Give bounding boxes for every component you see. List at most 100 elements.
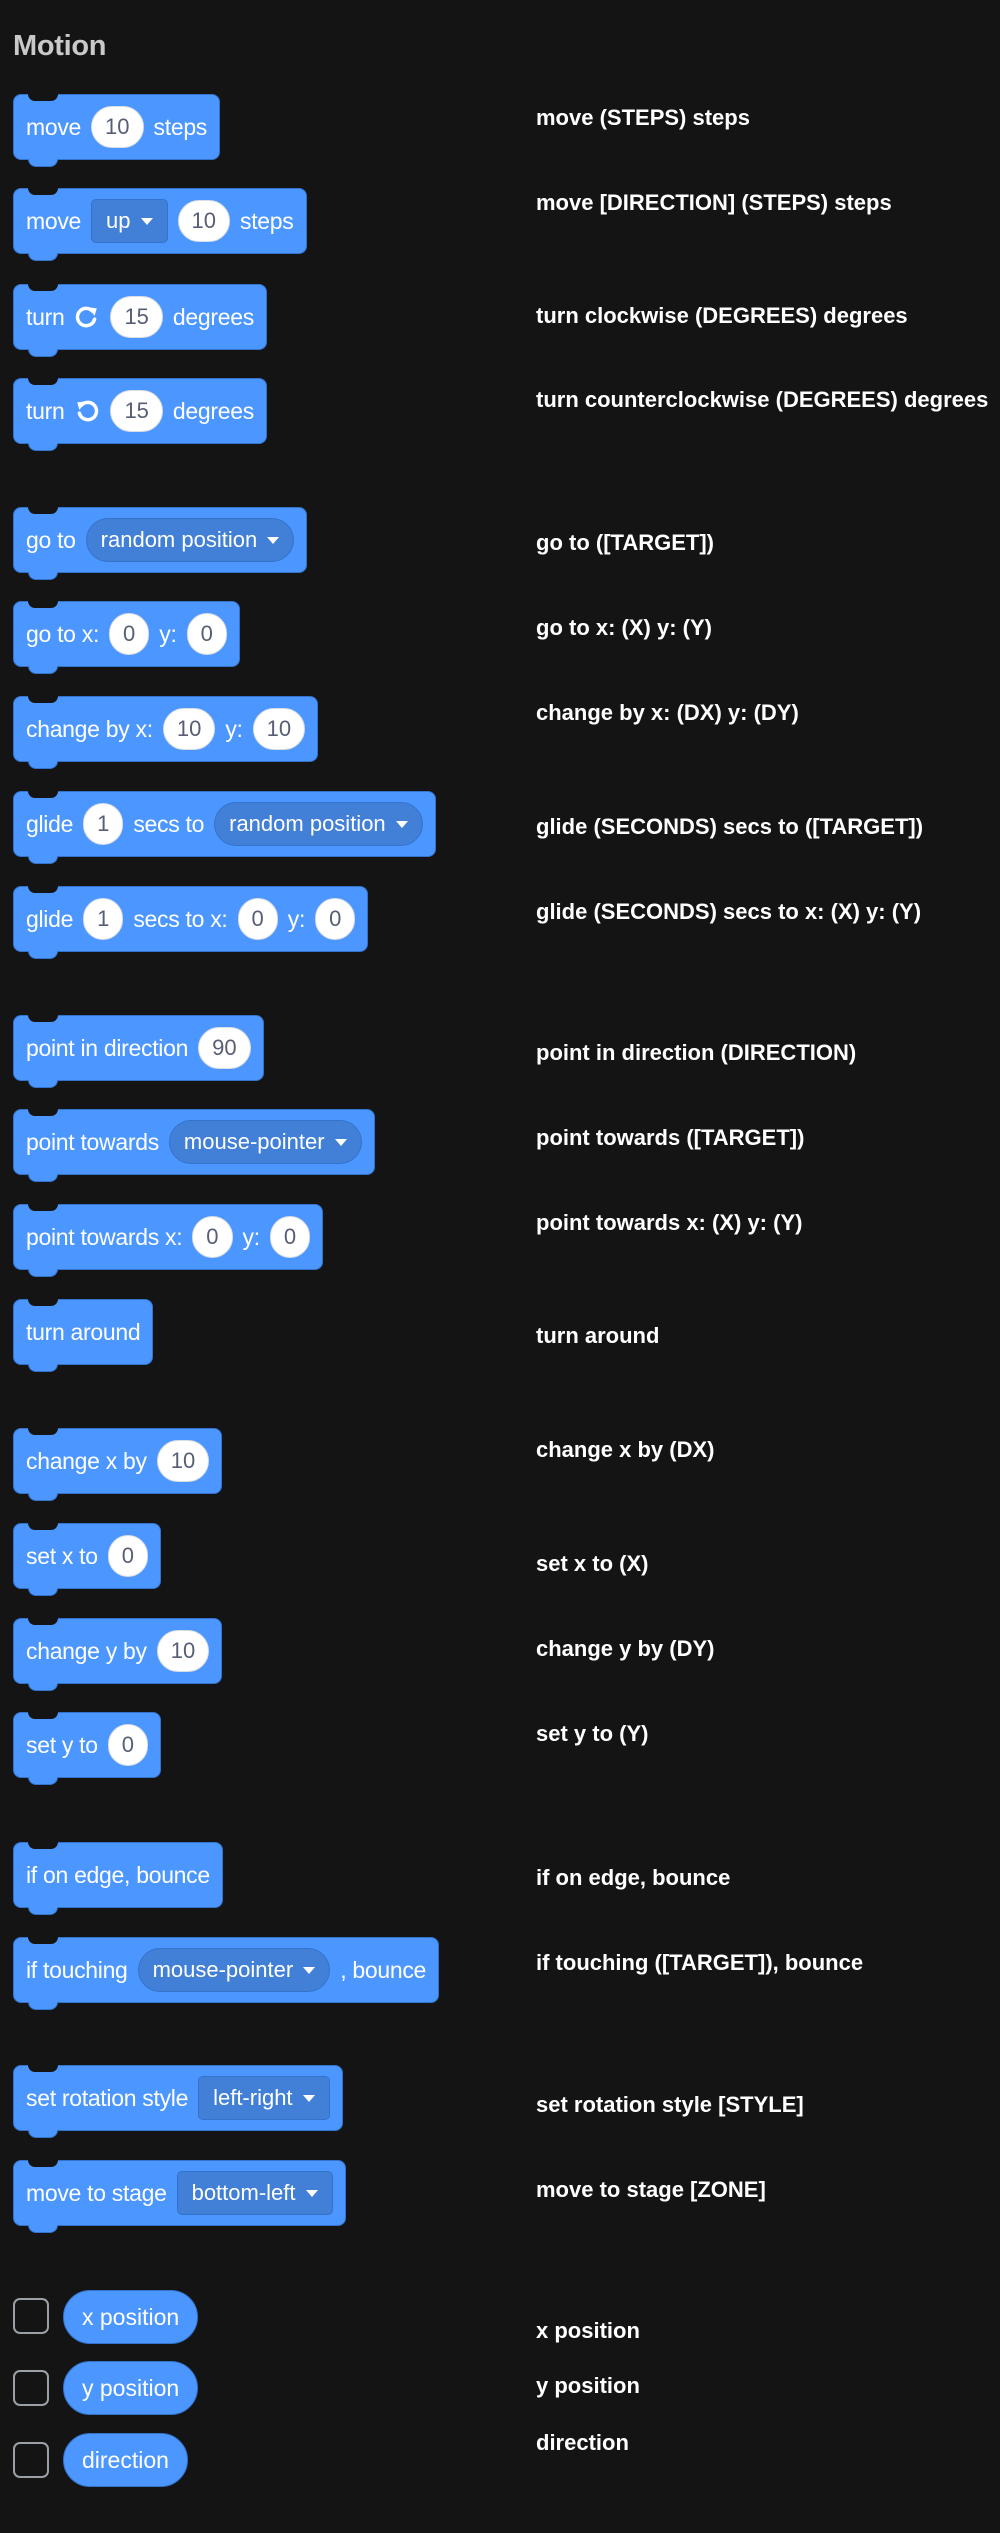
block-description: turn around [536,1323,660,1348]
block-description: turn counterclockwise (DEGREES) degrees [536,387,989,412]
move-direction-block[interactable]: move up 10 steps [13,188,307,261]
block-label: go to x: [26,620,100,647]
x-input[interactable]: 0 [107,1535,148,1577]
dx-input[interactable]: 10 [162,708,216,750]
block-label: if touching [26,1956,128,1983]
dropdown-value: left-right [213,2085,293,2110]
y-position-checkbox[interactable] [13,2370,49,2406]
block-label: turn [26,303,65,330]
direction-reporter[interactable]: direction [63,2433,188,2487]
y-input[interactable]: 0 [186,613,227,655]
block-description: glide (SECONDS) secs to x: (X) y: (Y) [536,899,922,924]
turn-clockwise-block[interactable]: turn 15 degrees [13,284,267,357]
block-label: degrees [172,303,254,330]
block-description: direction [536,2430,629,2455]
block-label: glide [26,905,74,932]
set-y-to-block[interactable]: set y to 0 [13,1712,161,1785]
target-dropdown[interactable]: random position [85,518,295,562]
x-input[interactable]: 0 [237,898,278,940]
reporter-label: x position [82,2303,180,2330]
target-dropdown[interactable]: mouse-pointer [168,1120,362,1164]
degrees-input[interactable]: 15 [110,390,163,432]
block-description: if on edge, bounce [536,1865,731,1890]
dropdown-value: up [106,208,131,233]
direction-dropdown[interactable]: up [91,199,168,243]
turn-counterclockwise-block[interactable]: turn 15 degrees [13,378,267,451]
change-y-by-block[interactable]: change y by 10 [13,1618,223,1691]
direction-input[interactable]: 90 [198,1027,251,1069]
glide-to-target-block[interactable]: glide 1 secs to random position [13,791,436,864]
block-label: turn around [26,1318,141,1345]
x-input[interactable]: 0 [109,613,150,655]
y-position-reporter[interactable]: y position [63,2361,199,2415]
direction-checkbox[interactable] [13,2442,49,2478]
block-label: , bounce [340,1956,427,1983]
x-input[interactable]: 0 [192,1216,233,1258]
dy-input[interactable]: 10 [156,1630,210,1672]
rotate-clockwise-icon [76,306,98,328]
y-input[interactable]: 0 [107,1724,148,1766]
dropdown-value: random position [100,527,258,552]
block-label: y: [242,1223,261,1250]
block-label: turn [26,397,65,424]
target-dropdown[interactable]: random position [214,802,423,846]
block-label: point in direction [26,1034,189,1061]
block-description: move to stage [ZONE] [536,2177,766,2202]
reporter-label: y position [82,2374,180,2401]
steps-input[interactable]: 10 [91,106,144,148]
block-label: set x to [26,1542,98,1569]
point-towards-target-block[interactable]: point towards mouse-pointer [13,1109,375,1182]
seconds-input[interactable]: 1 [83,898,124,940]
block-description: set rotation style [STYLE] [536,2092,804,2117]
go-to-xy-block[interactable]: go to x: 0 y: 0 [13,601,240,674]
turn-around-block[interactable]: turn around [13,1299,154,1372]
steps-input[interactable]: 10 [177,200,231,242]
set-x-to-block[interactable]: set x to 0 [13,1523,161,1596]
y-input[interactable]: 0 [315,898,356,940]
go-to-target-block[interactable]: go to random position [13,507,308,580]
target-dropdown[interactable]: mouse-pointer [137,1948,331,1992]
block-label: y: [287,905,306,932]
set-rotation-style-block[interactable]: set rotation style left-right [13,2065,343,2138]
block-description: go to x: (X) y: (Y) [536,615,712,640]
block-description: go to ([TARGET]) [536,530,714,555]
category-title: Motion [13,30,107,62]
x-position-checkbox[interactable] [13,2298,49,2334]
rotation-style-dropdown[interactable]: left-right [198,2076,330,2120]
block-label: move [26,113,82,140]
point-in-direction-block[interactable]: point in direction 90 [13,1015,264,1088]
if-on-edge-bounce-block[interactable]: if on edge, bounce [13,1842,223,1915]
dy-input[interactable]: 10 [252,708,306,750]
block-label: steps [153,113,208,140]
glide-to-xy-block[interactable]: glide 1 secs to x: 0 y: 0 [13,886,369,959]
degrees-input[interactable]: 15 [110,296,163,338]
reporter-label: direction [82,2446,169,2473]
block-label: y: [225,715,243,742]
block-label: go to [26,526,76,553]
block-description: change x by (DX) [536,1437,715,1462]
seconds-input[interactable]: 1 [83,803,124,845]
change-x-by-block[interactable]: change x by 10 [13,1428,223,1501]
block-description: y position [536,2373,640,2398]
if-touching-bounce-block[interactable]: if touching mouse-pointer , bounce [13,1937,440,2010]
move-to-stage-block[interactable]: move to stage bottom-left [13,2160,346,2233]
caret-down-icon [303,1966,316,1974]
block-description: point towards ([TARGET]) [536,1125,805,1150]
block-description: change by x: (DX) y: (DY) [536,700,799,725]
block-description: move (STEPS) steps [536,105,750,130]
block-label: set rotation style [26,2084,189,2111]
dropdown-value: bottom-left [191,2180,296,2205]
change-by-xy-block[interactable]: change by x: 10 y: 10 [13,696,319,769]
caret-down-icon [140,217,153,225]
move-steps-block[interactable]: move 10 steps [13,94,221,167]
x-position-reporter[interactable]: x position [63,2290,199,2344]
block-label: glide [26,810,74,837]
y-input[interactable]: 0 [269,1216,311,1258]
zone-dropdown[interactable]: bottom-left [176,2171,333,2215]
caret-down-icon [305,2189,318,2197]
block-label: secs to [133,810,205,837]
caret-down-icon [395,820,408,828]
point-towards-xy-block[interactable]: point towards x: 0 y: 0 [13,1204,324,1277]
dx-input[interactable]: 10 [156,1440,210,1482]
block-description: if touching ([TARGET]), bounce [536,1950,864,1975]
